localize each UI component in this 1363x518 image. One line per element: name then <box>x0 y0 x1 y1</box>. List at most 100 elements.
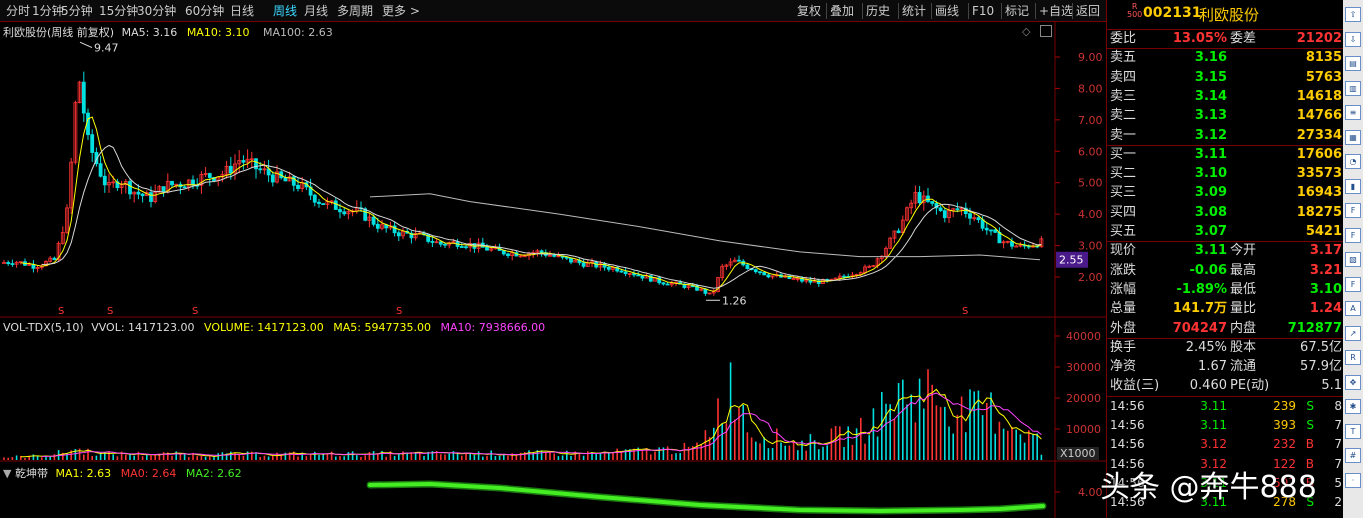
period-tab-5[interactable]: 60分钟 <box>185 0 224 22</box>
candle-body <box>182 186 187 189</box>
sell-volume: 27334 <box>1296 127 1342 143</box>
period-tab-0[interactable]: 分时 <box>6 0 30 22</box>
fundamental-row: 换手 2.45% 股本 67.5亿 <box>1107 338 1344 357</box>
hash-icon[interactable]: # <box>1345 448 1361 463</box>
chart-maximize-icon[interactable] <box>1040 25 1052 37</box>
arrow-down-icon[interactable]: ⇩ <box>1345 31 1361 47</box>
toolbar-button-0[interactable]: 复权 <box>797 0 821 22</box>
ab-icon[interactable]: A <box>1345 301 1361 316</box>
legend-ma100: MA100: 2.63 <box>263 26 333 39</box>
period-tab-4[interactable]: 30分钟 <box>137 0 176 22</box>
candle-body <box>501 250 506 255</box>
tick-volume: 393 <box>1273 418 1296 432</box>
more-icon[interactable]: · <box>1345 472 1361 488</box>
kline-svg[interactable]: 9.00 8.00 7.00 6.00 5.00 4.00 3.00 2.00 9.47 1.26… <box>0 22 1106 518</box>
fio-icon[interactable]: F <box>1345 203 1361 218</box>
stat-label: 涨幅 <box>1110 281 1137 297</box>
period-tab-6[interactable]: 日线 <box>230 0 254 22</box>
candle-body <box>485 246 489 251</box>
candle-icon[interactable]: ▥ <box>1345 80 1361 96</box>
tick-price: 3.11 <box>1200 398 1227 413</box>
candle-body <box>443 243 447 246</box>
period-tab-2[interactable]: 5分钟 <box>61 0 93 22</box>
candle-body <box>149 192 153 202</box>
stat-value: -1.89% <box>1176 281 1228 297</box>
candle-body <box>539 250 544 254</box>
period-tab-7[interactable]: 周线 <box>273 0 297 22</box>
candle-body <box>321 203 326 205</box>
candle-body <box>640 275 645 279</box>
chart-icon[interactable]: ▤ <box>1345 56 1361 71</box>
candle-body <box>161 186 166 193</box>
s-signal-marker: S <box>192 306 198 317</box>
cross-icon[interactable]: ✥ <box>1345 374 1361 390</box>
sell-price: 3.15 <box>1194 69 1227 85</box>
toolbar-button-3[interactable]: 统计 <box>902 0 926 22</box>
pie-icon[interactable]: ◔ <box>1345 154 1361 169</box>
vol-vvol: VVOL: 1417123.00 <box>91 321 195 334</box>
buy-label: 买四 <box>1110 204 1137 220</box>
band-collapse-icon[interactable]: ▼ <box>3 467 11 480</box>
text-icon[interactable]: T <box>1345 423 1361 439</box>
tick-price: 3.11 <box>1200 418 1227 432</box>
toolbar-button-4[interactable]: 画线 <box>935 0 959 22</box>
period-tab-9[interactable]: 多周期 <box>337 0 373 22</box>
candle-body <box>993 229 998 233</box>
buy-row: 买三 3.09 16943 <box>1107 183 1344 202</box>
buy-row: 买四 3.08 18275 <box>1107 203 1344 222</box>
arrow-up-icon[interactable]: ⇧ <box>1345 7 1361 22</box>
tick-side: S <box>1306 398 1314 413</box>
toolbar-button-5[interactable]: F10 <box>972 0 994 22</box>
fundamental-row: 收益(三) 0.460 PE(动) 5.1 <box>1107 376 1344 395</box>
candle-body <box>6 262 11 265</box>
bar-icon[interactable]: ▮ <box>1345 178 1361 194</box>
candle-body <box>81 81 86 114</box>
rsi-icon[interactable]: R <box>1345 350 1361 365</box>
chart2-icon[interactable]: ▧ <box>1345 252 1361 267</box>
toolbar-separator <box>931 3 932 19</box>
f2-icon[interactable]: F <box>1345 276 1361 292</box>
weibi-label: 委比 <box>1110 31 1137 46</box>
list-icon[interactable]: ≡ <box>1345 105 1361 120</box>
sell-volume: 5763 <box>1305 69 1342 85</box>
stat-label: 量比 <box>1230 301 1257 317</box>
buy-label: 买三 <box>1110 185 1137 201</box>
period-tab-1[interactable]: 1分钟 <box>32 0 64 22</box>
candle-body <box>207 173 212 178</box>
stat-label: 最高 <box>1230 262 1257 278</box>
vol-axis-label: 30000 <box>1066 361 1101 374</box>
buy-price: 3.08 <box>1194 204 1227 220</box>
candle-body <box>254 158 258 170</box>
toolbar-button-1[interactable]: 叠加 <box>830 0 854 22</box>
candle-body <box>258 168 263 171</box>
period-tab-10[interactable]: 更多 > <box>382 0 420 22</box>
toolbar-button-7[interactable]: +自选 <box>1039 0 1073 22</box>
tick-time: 14:56 <box>1110 418 1145 432</box>
trend-icon[interactable]: ↗ <box>1345 325 1361 341</box>
star-icon[interactable]: ✱ <box>1345 399 1361 414</box>
candle-body <box>438 241 443 245</box>
vol-unit-label: X1000 <box>1060 447 1096 460</box>
fundamental-value: 2.45% <box>1185 339 1227 355</box>
toolbar-button-8[interactable]: 返回 <box>1076 0 1100 22</box>
period-tab-8[interactable]: 月线 <box>304 0 328 22</box>
candle-body <box>745 264 750 269</box>
chart-option-icon[interactable]: ◇ <box>1022 25 1030 38</box>
toolbar-button-2[interactable]: 历史 <box>866 0 890 22</box>
fundamental-row: 净资 1.67 流通 57.9亿 <box>1107 357 1344 376</box>
stat-value: -0.06 <box>1189 262 1227 278</box>
fi-icon[interactable]: F <box>1345 227 1361 243</box>
grid-icon[interactable]: ▦ <box>1345 129 1361 145</box>
band-ma1: MA1: 2.63 <box>55 467 112 480</box>
buy-label: 买一 <box>1110 146 1137 162</box>
fundamental-label: 净资 <box>1110 359 1137 375</box>
candle-body <box>296 184 300 189</box>
chart-area[interactable]: 9.00 8.00 7.00 6.00 5.00 4.00 3.00 2.00 9.47 1.26… <box>0 22 1106 518</box>
vol-ma10-line <box>41 392 1042 457</box>
toolbar-separator <box>1072 3 1073 19</box>
sell-row: 卖五 3.16 8135 <box>1107 48 1344 67</box>
period-tab-3[interactable]: 15分钟 <box>99 0 138 22</box>
toolbar-button-6[interactable]: 标记 <box>1005 0 1029 22</box>
candle-body <box>136 191 141 195</box>
price-axis-label: 6.00 <box>1078 145 1103 158</box>
